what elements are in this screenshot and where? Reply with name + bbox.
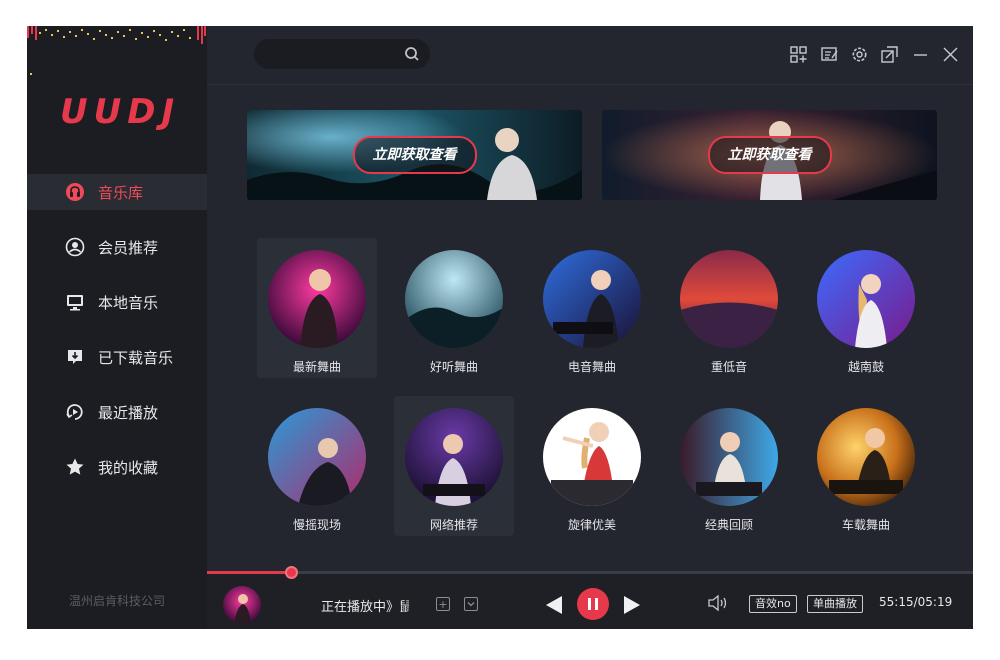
promo-banner-2[interactable]: 立即获取查看 <box>602 110 937 200</box>
music-library-icon <box>64 181 86 203</box>
previous-track-icon[interactable] <box>545 595 563 615</box>
vip-recommend-icon <box>64 236 86 258</box>
category-cover <box>543 250 641 348</box>
notes-icon[interactable] <box>819 44 839 64</box>
mini-mode-icon[interactable] <box>879 44 899 64</box>
category-web-recommend[interactable]: 网络推荐 <box>394 396 514 536</box>
recent-play-icon <box>64 401 86 423</box>
sidebar-item-label: 音乐库 <box>98 183 144 202</box>
category-label: 经典回顾 <box>704 518 753 532</box>
category-cover <box>405 250 503 348</box>
category-label: 旋律优美 <box>567 518 616 532</box>
category-label: 越南鼓 <box>847 360 884 374</box>
progress-fill <box>207 571 291 574</box>
main-content: 立即获取查看 立即获取查看 最新舞曲 好听舞曲 电音舞曲 重低音 越南鼓 慢摇现… <box>207 26 973 571</box>
category-cover <box>268 408 366 506</box>
category-label: 网络推荐 <box>429 518 478 532</box>
category-vietnam-drum[interactable]: 越南鼓 <box>806 238 926 378</box>
sidebar-item-label: 本地音乐 <box>98 293 159 312</box>
promo-banner-1[interactable]: 立即获取查看 <box>247 110 582 200</box>
category-label: 慢摇现场 <box>292 518 341 532</box>
app-window: UUDJ 音乐库 会员推荐 本地音乐 已下载音乐 最近播放 我的收藏 温州启肯科… <box>27 26 973 629</box>
search-icon[interactable] <box>404 46 420 62</box>
sidebar-item-label: 我的收藏 <box>98 458 159 477</box>
local-music-icon <box>64 291 86 313</box>
downloaded-icon <box>64 346 86 368</box>
download-icon[interactable] <box>464 597 478 611</box>
category-heavy-bass[interactable]: 重低音 <box>669 238 789 378</box>
category-latest-dance[interactable]: 最新舞曲 <box>257 238 377 378</box>
pause-button[interactable] <box>577 588 609 620</box>
playback-time: 55:15/05:19 <box>879 595 953 609</box>
favorite-star-icon <box>64 456 86 478</box>
progress-handle[interactable] <box>285 566 298 579</box>
category-cover <box>817 250 915 348</box>
now-playing-cover[interactable] <box>223 586 261 624</box>
close-icon[interactable] <box>940 44 960 64</box>
category-label: 车载舞曲 <box>841 518 890 532</box>
sidebar-item-recent-play[interactable]: 最近播放 <box>27 394 207 430</box>
now-playing-text: 正在播放中》鼠 <box>321 600 409 614</box>
category-car-dance[interactable]: 车载舞曲 <box>806 396 926 536</box>
audio-visualizer <box>27 26 206 75</box>
add-to-list-icon[interactable]: + <box>436 597 450 611</box>
company-name: 温州启肯科技公司 <box>68 594 165 608</box>
play-mode-button[interactable]: 单曲播放 <box>807 595 863 613</box>
header-divider <box>207 84 973 85</box>
category-label: 电音舞曲 <box>567 360 616 374</box>
category-cover <box>680 250 778 348</box>
banner-view-button[interactable]: 立即获取查看 <box>707 136 832 174</box>
pause-icon <box>588 598 598 610</box>
sidebar-item-favorites[interactable]: 我的收藏 <box>27 449 207 485</box>
sidebar-item-vip-recommend[interactable]: 会员推荐 <box>27 229 207 265</box>
sidebar-item-local-music[interactable]: 本地音乐 <box>27 284 207 320</box>
sidebar-item-music-library[interactable]: 音乐库 <box>27 174 207 210</box>
category-cover <box>680 408 778 506</box>
sidebar: UUDJ 音乐库 会员推荐 本地音乐 已下载音乐 最近播放 我的收藏 温州启肯科… <box>27 26 207 629</box>
grid-add-icon[interactable] <box>788 44 808 64</box>
category-cover <box>405 408 503 506</box>
category-cover <box>817 408 915 506</box>
category-melody[interactable]: 旋律优美 <box>532 396 652 536</box>
settings-icon[interactable] <box>849 44 869 64</box>
next-track-icon[interactable] <box>623 595 641 615</box>
banner-view-button[interactable]: 立即获取查看 <box>352 136 477 174</box>
progress-track[interactable] <box>207 571 973 574</box>
category-classic-review[interactable]: 经典回顾 <box>669 396 789 536</box>
category-label: 好听舞曲 <box>429 360 478 374</box>
sidebar-item-label: 会员推荐 <box>98 238 159 257</box>
category-label: 最新舞曲 <box>292 360 341 374</box>
category-edm-dance[interactable]: 电音舞曲 <box>532 238 652 378</box>
category-live-slow[interactable]: 慢摇现场 <box>257 396 377 536</box>
search-bar[interactable] <box>254 39 430 69</box>
minimize-icon[interactable] <box>910 44 930 64</box>
sidebar-item-downloaded[interactable]: 已下载音乐 <box>27 339 207 375</box>
category-cover <box>543 408 641 506</box>
category-label: 重低音 <box>710 360 747 374</box>
category-cover <box>268 250 366 348</box>
sidebar-item-label: 已下载音乐 <box>98 348 174 367</box>
volume-icon[interactable] <box>707 594 729 612</box>
app-logo: UUDJ <box>60 92 181 132</box>
sidebar-item-label: 最近播放 <box>98 403 159 422</box>
sound-effect-button[interactable]: 音效no <box>749 595 797 613</box>
category-good-dance[interactable]: 好听舞曲 <box>394 238 514 378</box>
